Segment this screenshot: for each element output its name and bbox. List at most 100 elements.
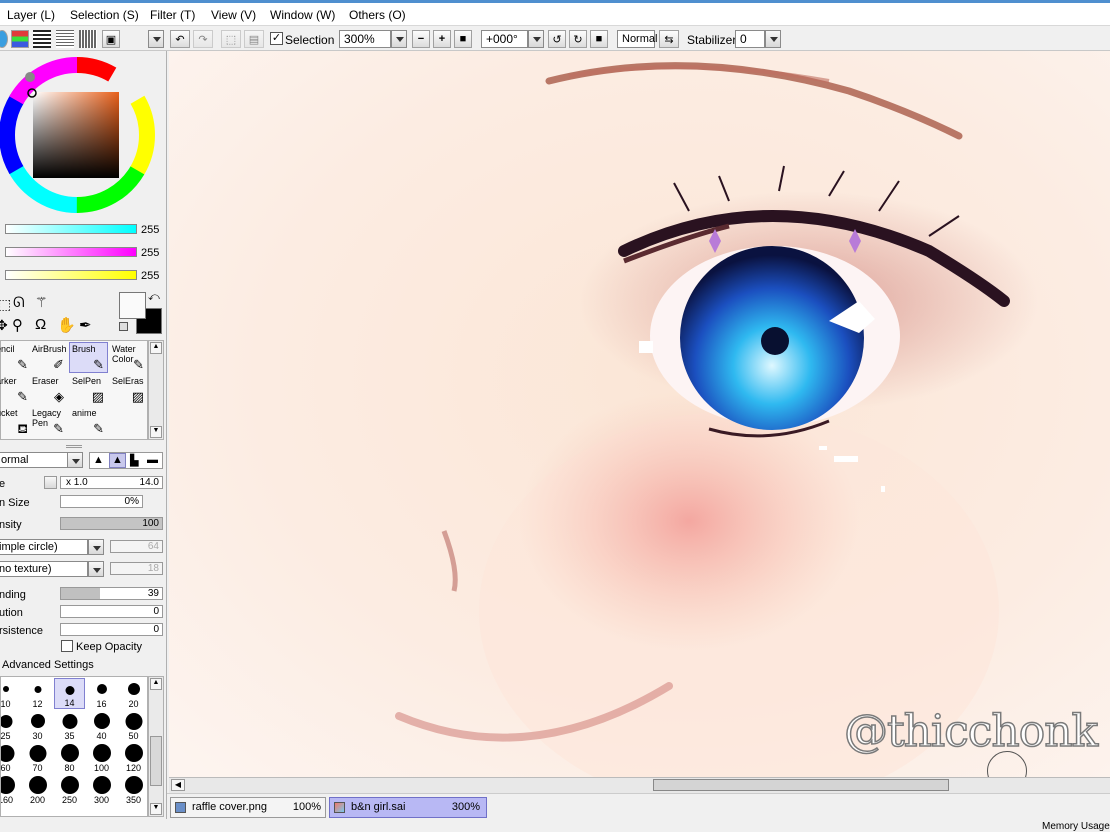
- texture-arrow[interactable]: [88, 561, 104, 577]
- menu-view[interactable]: View (V): [211, 8, 256, 22]
- foreground-color-swatch[interactable]: [119, 292, 146, 319]
- tool-marker[interactable]: arker✎: [0, 374, 32, 405]
- tool-grid-scrollbar[interactable]: ▲ ▼: [148, 340, 164, 440]
- selection-checkbox[interactable]: ✓: [270, 32, 283, 45]
- drawing-canvas[interactable]: @thicchonk: [169, 51, 1110, 777]
- undo-icon[interactable]: ↶: [170, 30, 190, 48]
- brush-size-preset-250[interactable]: 250: [54, 774, 85, 805]
- color-wheel[interactable]: [0, 53, 157, 215]
- rgb-slider-icon[interactable]: [11, 30, 29, 48]
- hand-tool-icon[interactable]: ✋: [57, 316, 76, 334]
- density-field[interactable]: 100: [60, 517, 163, 530]
- brush-size-preset-120[interactable]: 120: [118, 742, 147, 773]
- brush-size-preset-100[interactable]: 100: [86, 742, 117, 773]
- flip-view-icon[interactable]: ⇆: [659, 30, 679, 48]
- min-size-field[interactable]: 0%: [60, 495, 143, 508]
- brush-size-preset-25[interactable]: 25: [1, 710, 21, 741]
- rotate-left-icon[interactable]: ↺: [548, 30, 566, 48]
- texture-select[interactable]: no texture): [0, 561, 88, 577]
- brush-size-preset-70[interactable]: 70: [22, 742, 53, 773]
- tool-watercolor[interactable]: Water Color ✎: [109, 342, 148, 373]
- brush-size-preset-160[interactable]: 160: [1, 774, 21, 805]
- size-scroll-up-icon[interactable]: ▲: [150, 678, 162, 690]
- color-wheel-mode-icon[interactable]: [0, 30, 8, 48]
- menu-window[interactable]: Window (W): [270, 8, 335, 22]
- tab-bn-girl[interactable]: b&n girl.sai 300%: [329, 797, 487, 818]
- persistence-field[interactable]: 0: [60, 623, 163, 636]
- brush-size-preset-20[interactable]: 20: [118, 678, 147, 709]
- size-range-dropdown[interactable]: [44, 476, 57, 489]
- size-field[interactable]: x 1.0 14.0: [60, 476, 163, 489]
- zoom-dropdown-arrow[interactable]: [391, 30, 407, 48]
- scroll-up-icon[interactable]: ▲: [150, 342, 162, 354]
- blend-mode-arrow[interactable]: [67, 452, 83, 468]
- tool-brush[interactable]: Brush ✎: [69, 342, 108, 373]
- brush-size-preset-16[interactable]: 16: [86, 678, 117, 709]
- zoom-reset-icon[interactable]: ■: [454, 30, 472, 48]
- brush-size-preset-40[interactable]: 40: [86, 710, 117, 741]
- rotate-tool-icon[interactable]: Ω: [35, 316, 46, 333]
- stabilizer-select[interactable]: 0: [735, 30, 765, 48]
- zoom-select[interactable]: 300%: [339, 30, 391, 48]
- scroll-left-icon[interactable]: ◀: [171, 779, 185, 791]
- dilution-field[interactable]: 0: [60, 605, 163, 618]
- horizontal-scroll-thumb[interactable]: [653, 779, 949, 791]
- tool-bucket[interactable]: ucket ⛾: [0, 406, 32, 437]
- cyan-slider[interactable]: [5, 224, 137, 234]
- menu-filter[interactable]: Filter (T): [150, 8, 195, 22]
- brush-size-preset-60[interactable]: 60: [1, 742, 21, 773]
- canvas-horizontal-scrollbar[interactable]: ◀: [169, 777, 1110, 793]
- rect-select-icon[interactable]: ⬚: [0, 296, 11, 313]
- brush-size-preset-350[interactable]: 350: [118, 774, 147, 805]
- rotate-reset-icon[interactable]: ■: [590, 30, 608, 48]
- brush-shape-strength[interactable]: 64: [110, 540, 163, 553]
- brush-size-scrollbar[interactable]: ▲ ▼: [148, 676, 164, 817]
- size-scroll-down-icon[interactable]: ▼: [150, 803, 162, 815]
- edge-sharp-icon[interactable]: ▬: [147, 454, 158, 466]
- swap-colors-icon[interactable]: ⤺: [148, 291, 160, 304]
- rotate-right-icon[interactable]: ↻: [569, 30, 587, 48]
- brush-size-preset-12[interactable]: 12: [22, 678, 53, 709]
- rotation-dropdown-arrow[interactable]: [528, 30, 544, 48]
- advanced-settings-toggle[interactable]: Advanced Settings: [2, 659, 94, 671]
- tool-selpen[interactable]: SelPen ▨: [69, 374, 108, 405]
- invert-selection-icon[interactable]: ▤: [244, 30, 264, 48]
- edge-hard-icon[interactable]: ▙: [130, 454, 138, 467]
- brush-size-preset-200[interactable]: 200: [22, 774, 53, 805]
- swatches-icon[interactable]: [79, 30, 97, 48]
- menu-selection[interactable]: Selection (S): [70, 8, 139, 22]
- stabilizer-dropdown-arrow[interactable]: [765, 30, 781, 48]
- move-icon[interactable]: ✥: [0, 317, 8, 334]
- tool-anime[interactable]: anime ✎: [69, 406, 108, 437]
- size-scroll-thumb[interactable]: [150, 736, 162, 786]
- brush-size-preset-80[interactable]: 80: [54, 742, 85, 773]
- brush-size-preset-35[interactable]: 35: [54, 710, 85, 741]
- eyedropper-icon[interactable]: ✒: [79, 316, 92, 334]
- zoom-in-icon[interactable]: +: [433, 30, 451, 48]
- magic-wand-icon[interactable]: ⚚: [35, 294, 48, 311]
- view-mode-select[interactable]: Normal: [617, 30, 657, 48]
- brush-size-preset-14[interactable]: 14: [54, 678, 85, 709]
- brush-size-preset-50[interactable]: 50: [118, 710, 147, 741]
- panel-options-dropdown[interactable]: [148, 30, 164, 48]
- edge-medium-icon[interactable]: ▲: [109, 453, 126, 468]
- panel-splitter[interactable]: [66, 445, 82, 448]
- lasso-icon[interactable]: ᘏ: [13, 294, 25, 311]
- deselect-icon[interactable]: ⬚: [221, 30, 241, 48]
- menu-others[interactable]: Others (O): [349, 8, 406, 22]
- menu-layer[interactable]: Layer (L): [7, 8, 55, 22]
- brush-size-preset-300[interactable]: 300: [86, 774, 117, 805]
- color-mixer-icon[interactable]: [56, 30, 74, 48]
- texture-strength[interactable]: 18: [110, 562, 163, 575]
- brush-shape-arrow[interactable]: [88, 539, 104, 555]
- tool-pencil[interactable]: encil✎: [0, 342, 32, 373]
- scroll-down-icon[interactable]: ▼: [150, 426, 162, 438]
- brush-size-preset-10[interactable]: 10: [1, 678, 21, 709]
- rotation-select[interactable]: +000°: [481, 30, 528, 48]
- tool-legacy-pen[interactable]: Legacy Pen ✎: [29, 406, 68, 437]
- yellow-slider[interactable]: [5, 270, 137, 280]
- brush-size-preset-30[interactable]: 30: [22, 710, 53, 741]
- redo-icon[interactable]: ↷: [193, 30, 213, 48]
- reset-colors-icon[interactable]: [119, 322, 128, 331]
- hsv-slider-icon[interactable]: [33, 30, 51, 48]
